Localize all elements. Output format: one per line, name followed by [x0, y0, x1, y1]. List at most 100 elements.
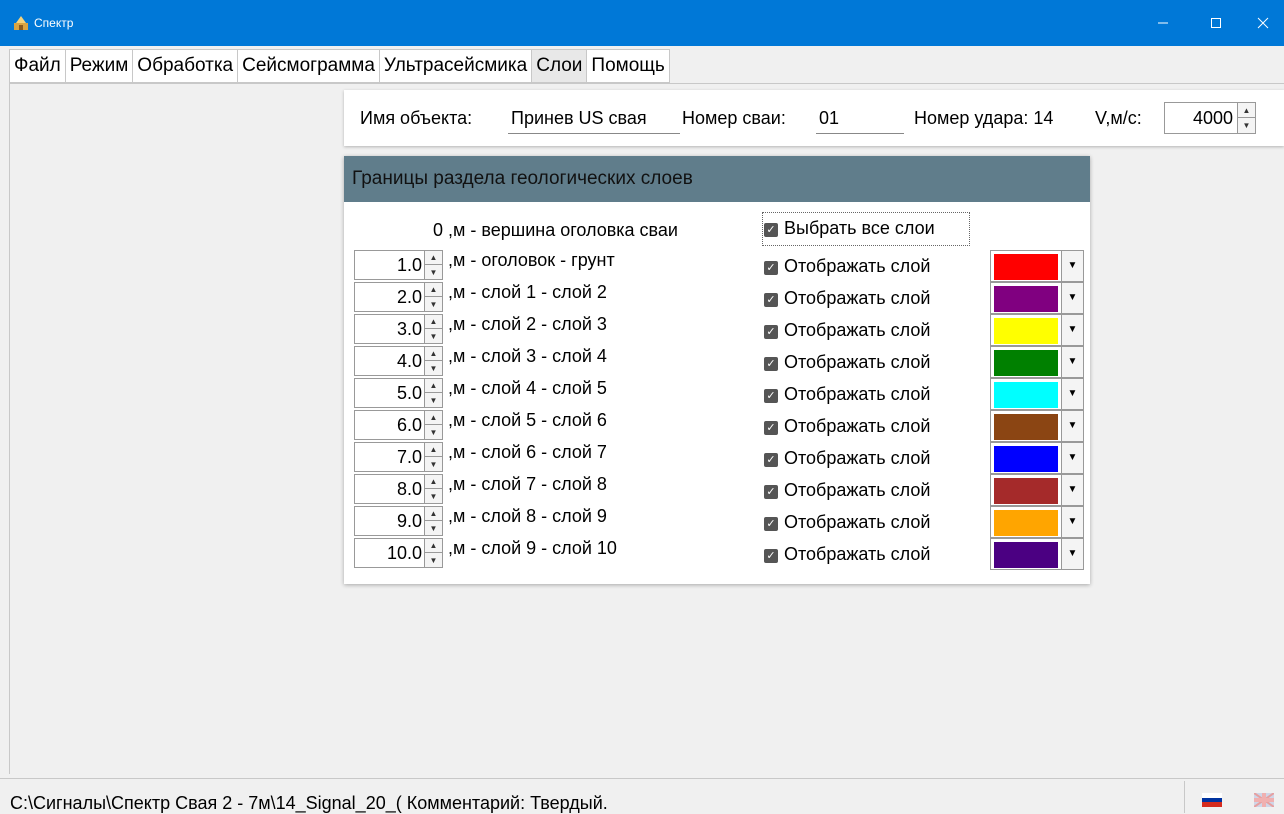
russian-flag-icon[interactable]: [1202, 793, 1222, 808]
show-layer-checkbox[interactable]: ✓ Отображать слой: [764, 256, 930, 277]
depth-value[interactable]: 4.0: [397, 351, 422, 372]
spin-down-icon[interactable]: ▼: [425, 265, 442, 279]
spin-down-icon[interactable]: ▼: [425, 393, 442, 407]
dropdown-arrow-icon[interactable]: ▼: [1061, 443, 1083, 473]
depth-value[interactable]: 7.0: [397, 447, 422, 468]
depth-spinner[interactable]: ▲ ▼: [424, 347, 442, 375]
spin-up-icon[interactable]: ▲: [425, 315, 442, 329]
spin-down-icon[interactable]: ▼: [425, 425, 442, 439]
spin-up-icon[interactable]: ▲: [425, 347, 442, 361]
velocity-spinner[interactable]: ▲ ▼: [1237, 103, 1255, 133]
menu-ultraseismic[interactable]: Ультрасейсмика: [379, 50, 533, 82]
minimize-button[interactable]: [1140, 0, 1186, 46]
color-picker[interactable]: ▼: [990, 474, 1084, 506]
spin-up-icon[interactable]: ▲: [425, 251, 442, 265]
color-picker[interactable]: ▼: [990, 314, 1084, 346]
show-layer-checkbox[interactable]: ✓ Отображать слой: [764, 480, 930, 501]
depth-spinner[interactable]: ▲ ▼: [424, 539, 442, 567]
spin-up-icon[interactable]: ▲: [425, 379, 442, 393]
show-layer-checkbox[interactable]: ✓ Отображать слой: [764, 416, 930, 437]
menu-seismogram[interactable]: Сейсмограмма: [238, 50, 380, 82]
color-picker[interactable]: ▼: [990, 378, 1084, 410]
depth-spinner[interactable]: ▲ ▼: [424, 443, 442, 471]
depth-spinbox[interactable]: 2.0 ▲ ▼: [354, 282, 443, 312]
velocity-spinbox[interactable]: 4000 ▲ ▼: [1164, 102, 1256, 134]
depth-value[interactable]: 10.0: [387, 543, 422, 564]
depth-spinner[interactable]: ▲ ▼: [424, 507, 442, 535]
dropdown-arrow-icon[interactable]: ▼: [1061, 283, 1083, 313]
color-picker[interactable]: ▼: [990, 282, 1084, 314]
color-picker[interactable]: ▼: [990, 506, 1084, 538]
menu-mode[interactable]: Режим: [65, 50, 134, 82]
color-picker[interactable]: ▼: [990, 442, 1084, 474]
depth-value[interactable]: 8.0: [397, 479, 422, 500]
dropdown-arrow-icon[interactable]: ▼: [1061, 539, 1083, 569]
dropdown-arrow-icon[interactable]: ▼: [1061, 411, 1083, 441]
menu-help[interactable]: Помощь: [587, 50, 669, 82]
depth-spinner[interactable]: ▲ ▼: [424, 379, 442, 407]
depth-value[interactable]: 9.0: [397, 511, 422, 532]
show-layer-checkbox[interactable]: ✓ Отображать слой: [764, 512, 930, 533]
spin-up-icon[interactable]: ▲: [425, 507, 442, 521]
show-layer-checkbox[interactable]: ✓ Отображать слой: [764, 352, 930, 373]
spin-up-icon[interactable]: ▲: [425, 443, 442, 457]
maximize-button[interactable]: [1193, 0, 1239, 46]
depth-spinbox[interactable]: 7.0 ▲ ▼: [354, 442, 443, 472]
menu-file[interactable]: Файл: [10, 50, 66, 82]
menu-processing[interactable]: Обработка: [133, 50, 239, 82]
spin-up-icon[interactable]: ▲: [1238, 103, 1255, 118]
spin-down-icon[interactable]: ▼: [425, 521, 442, 535]
show-layer-checkbox[interactable]: ✓ Отображать слой: [764, 544, 930, 565]
dropdown-arrow-icon[interactable]: ▼: [1061, 315, 1083, 345]
spin-down-icon[interactable]: ▼: [425, 457, 442, 471]
spin-down-icon[interactable]: ▼: [425, 553, 442, 567]
depth-spinbox[interactable]: 9.0 ▲ ▼: [354, 506, 443, 536]
show-layer-checkbox[interactable]: ✓ Отображать слой: [764, 288, 930, 309]
spin-up-icon[interactable]: ▲: [425, 411, 442, 425]
depth-value[interactable]: 6.0: [397, 415, 422, 436]
menu-layers[interactable]: Слои: [532, 50, 588, 82]
select-all-checkbox[interactable]: ✓ Выбрать все слои: [764, 218, 935, 239]
depth-spinner[interactable]: ▲ ▼: [424, 251, 442, 279]
close-button[interactable]: [1240, 0, 1284, 46]
show-layer-checkbox[interactable]: ✓ Отображать слой: [764, 384, 930, 405]
depth-spinbox[interactable]: 3.0 ▲ ▼: [354, 314, 443, 344]
dropdown-arrow-icon[interactable]: ▼: [1061, 475, 1083, 505]
show-layer-checkbox[interactable]: ✓ Отображать слой: [764, 448, 930, 469]
dropdown-arrow-icon[interactable]: ▼: [1061, 507, 1083, 537]
depth-spinner[interactable]: ▲ ▼: [424, 315, 442, 343]
uk-flag-icon[interactable]: [1254, 793, 1274, 807]
color-picker[interactable]: ▼: [990, 538, 1084, 570]
spin-up-icon[interactable]: ▲: [425, 475, 442, 489]
spin-down-icon[interactable]: ▼: [425, 361, 442, 375]
depth-spinbox[interactable]: 4.0 ▲ ▼: [354, 346, 443, 376]
dropdown-arrow-icon[interactable]: ▼: [1061, 379, 1083, 409]
velocity-value[interactable]: 4000: [1193, 108, 1233, 129]
depth-value[interactable]: 5.0: [397, 383, 422, 404]
show-layer-checkbox[interactable]: ✓ Отображать слой: [764, 320, 930, 341]
depth-value[interactable]: 3.0: [397, 319, 422, 340]
depth-value[interactable]: 1.0: [397, 255, 422, 276]
depth-spinner[interactable]: ▲ ▼: [424, 411, 442, 439]
color-picker[interactable]: ▼: [990, 250, 1084, 282]
depth-value[interactable]: 2.0: [397, 287, 422, 308]
object-name-field[interactable]: Принев US свая: [508, 104, 680, 134]
depth-spinbox[interactable]: 1.0 ▲ ▼: [354, 250, 443, 280]
depth-spinner[interactable]: ▲ ▼: [424, 283, 442, 311]
dropdown-arrow-icon[interactable]: ▼: [1061, 251, 1083, 281]
spin-down-icon[interactable]: ▼: [425, 297, 442, 311]
depth-spinbox[interactable]: 6.0 ▲ ▼: [354, 410, 443, 440]
dropdown-arrow-icon[interactable]: ▼: [1061, 347, 1083, 377]
pile-number-field[interactable]: 01: [816, 104, 904, 134]
color-picker[interactable]: ▼: [990, 346, 1084, 378]
spin-down-icon[interactable]: ▼: [425, 329, 442, 343]
depth-spinner[interactable]: ▲ ▼: [424, 475, 442, 503]
color-picker[interactable]: ▼: [990, 410, 1084, 442]
depth-spinbox[interactable]: 10.0 ▲ ▼: [354, 538, 443, 568]
depth-spinbox[interactable]: 5.0 ▲ ▼: [354, 378, 443, 408]
depth-spinbox[interactable]: 8.0 ▲ ▼: [354, 474, 443, 504]
spin-down-icon[interactable]: ▼: [1238, 118, 1255, 133]
spin-up-icon[interactable]: ▲: [425, 539, 442, 553]
spin-down-icon[interactable]: ▼: [425, 489, 442, 503]
spin-up-icon[interactable]: ▲: [425, 283, 442, 297]
